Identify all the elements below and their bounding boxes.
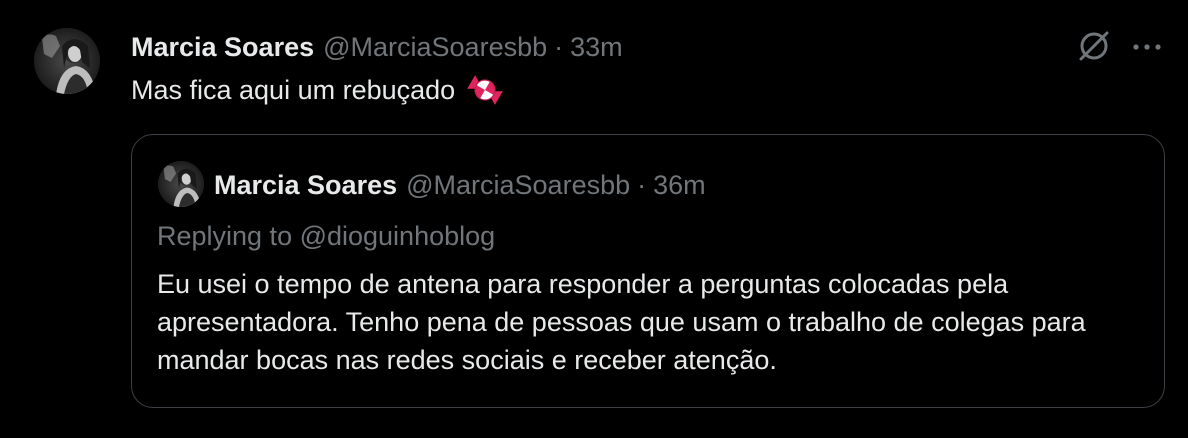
more-icon[interactable]	[1130, 30, 1164, 64]
quoted-tweet[interactable]: Marcia Soares @MarciaSoaresbb · 36m Repl…	[131, 134, 1165, 408]
tweet-text-content: Mas fica aqui um rebuçado	[131, 74, 456, 105]
separator-dot: ·	[554, 31, 564, 62]
candy-icon	[465, 73, 505, 107]
replying-to: Replying to @dioguinhoblog	[157, 221, 496, 251]
timestamp[interactable]: 33m	[570, 32, 623, 63]
quoted-author-handle[interactable]: @MarciaSoaresbb	[406, 170, 630, 201]
avatar[interactable]	[34, 28, 100, 94]
quoted-separator-dot: ·	[637, 169, 647, 200]
quoted-text: Eu usei o tempo de antena para responder…	[157, 269, 1086, 375]
tweet-header: Marcia Soares @MarciaSoaresbb · 33m	[131, 30, 623, 64]
quoted-avatar[interactable]	[158, 161, 204, 207]
quoted-header: Marcia Soares @MarciaSoaresbb · 36m	[214, 168, 706, 202]
author-name[interactable]: Marcia Soares	[131, 32, 314, 63]
quoted-timestamp[interactable]: 36m	[653, 170, 706, 201]
quoted-author-name[interactable]: Marcia Soares	[214, 170, 397, 201]
tweet[interactable]: Marcia Soares @MarciaSoaresbb · 33m Mas …	[0, 0, 1188, 438]
tweet-text: Mas fica aqui um rebuçado	[131, 73, 505, 107]
grok-icon[interactable]	[1076, 28, 1112, 64]
author-handle[interactable]: @MarciaSoaresbb	[323, 32, 547, 63]
